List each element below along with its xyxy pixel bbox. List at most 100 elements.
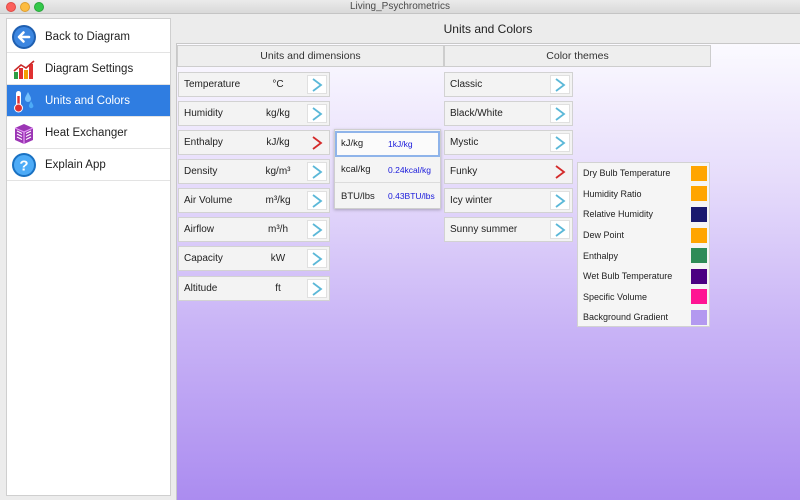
sidebar-item-heat-exchanger[interactable]: Heat Exchanger: [7, 117, 170, 149]
color-item-dry-bulb-temperature[interactable]: Dry Bulb Temperature: [578, 163, 709, 184]
title-bar: Living_Psychrometrics: [0, 0, 800, 14]
chevron-right-icon[interactable]: [550, 220, 570, 239]
color-item-wet-bulb-temperature[interactable]: Wet Bulb Temperature: [578, 266, 709, 287]
theme-label: Mystic: [450, 137, 479, 148]
color-swatch[interactable]: [691, 186, 707, 202]
theme-row-black-white[interactable]: Black/White: [444, 101, 573, 126]
color-item-label: Dry Bulb Temperature: [583, 168, 671, 179]
color-swatch[interactable]: [691, 227, 707, 243]
unit-value: ft: [275, 283, 281, 294]
unit-row-density[interactable]: Density kg/m³: [178, 159, 330, 184]
color-swatch[interactable]: [691, 309, 707, 325]
back-arrow-icon: [11, 24, 37, 50]
option-label: BTU/lbs: [341, 190, 375, 202]
svg-text:?: ?: [19, 157, 28, 174]
color-item-enthalpy[interactable]: Enthalpy: [578, 245, 709, 266]
unit-row-altitude[interactable]: Altitude ft: [178, 276, 330, 301]
unit-value: kJ/kg: [266, 137, 290, 148]
unit-value: m³/kg: [265, 195, 291, 206]
sidebar-item-label: Back to Diagram: [45, 30, 131, 43]
unit-label: Enthalpy: [184, 137, 223, 148]
chevron-right-icon[interactable]: [550, 133, 570, 152]
sidebar-item-label: Units and Colors: [45, 94, 131, 107]
chevron-right-icon[interactable]: [307, 191, 327, 210]
option-value: 1kJ/kg: [388, 138, 413, 149]
colors-header: Color themes: [444, 45, 711, 67]
sidebar-item-units-and-colors[interactable]: Units and Colors: [7, 85, 170, 117]
theme-label: Classic: [450, 79, 483, 90]
chevron-right-icon[interactable]: [307, 249, 327, 268]
option-label: kJ/kg: [341, 138, 364, 149]
color-swatch[interactable]: [691, 206, 707, 222]
theme-label: Black/White: [450, 108, 503, 119]
theme-row-icy-winter[interactable]: Icy winter: [444, 188, 573, 213]
color-swatch[interactable]: [691, 268, 707, 284]
color-item-label: Relative Humidity: [583, 209, 654, 220]
unit-value: °C: [272, 79, 284, 90]
unit-label: Humidity: [184, 108, 223, 119]
chevron-right-icon[interactable]: [307, 162, 327, 181]
color-item-label: Humidity Ratio: [583, 188, 642, 199]
chevron-right-icon[interactable]: [550, 191, 570, 210]
help-icon: ?: [11, 152, 37, 178]
sidebar-item-label: Heat Exchanger: [45, 126, 128, 139]
color-item-label: Dew Point: [583, 230, 625, 241]
sidebar-item-diagram-settings[interactable]: Diagram Settings: [7, 53, 170, 85]
chevron-right-icon[interactable]: [307, 220, 327, 239]
chevron-right-icon[interactable]: [550, 75, 570, 94]
theme-label: Icy winter: [450, 195, 493, 206]
sidebar-item-explain-app[interactable]: ? Explain App: [7, 149, 170, 181]
theme-row-sunny-summer[interactable]: Sunny summer: [444, 217, 573, 242]
unit-label: Air Volume: [184, 195, 233, 206]
chevron-right-active-icon[interactable]: [550, 162, 570, 181]
color-item-dew-point[interactable]: Dew Point: [578, 225, 709, 246]
color-swatch[interactable]: [691, 248, 707, 264]
color-swatch[interactable]: [691, 289, 707, 305]
enthalpy-option-kj-kg[interactable]: kJ/kg 1kJ/kg: [335, 131, 440, 157]
units-header: Units and dimensions: [177, 45, 444, 67]
window-title: Living_Psychrometrics: [349, 1, 451, 12]
color-item-relative-humidity[interactable]: Relative Humidity: [578, 204, 709, 225]
theme-row-mystic[interactable]: Mystic: [444, 130, 573, 155]
option-label: kcal/kg: [341, 164, 371, 175]
heat-exchanger-icon: [11, 120, 37, 146]
unit-row-humidity[interactable]: Humidity kg/kg: [178, 101, 330, 126]
chevron-right-icon[interactable]: [307, 104, 327, 123]
unit-label: Capacity: [184, 253, 223, 264]
theme-color-list: Dry Bulb Temperature Humidity Ratio Rela…: [577, 162, 710, 327]
unit-row-temperature[interactable]: Temperature °C: [178, 72, 330, 97]
chevron-right-icon[interactable]: [307, 75, 327, 94]
unit-row-enthalpy[interactable]: Enthalpy kJ/kg: [178, 130, 330, 155]
sidebar-item-back-to-diagram[interactable]: Back to Diagram: [7, 21, 170, 53]
unit-label: Density: [184, 166, 218, 177]
chevron-right-icon[interactable]: [550, 104, 570, 123]
theme-label: Funky: [450, 166, 478, 177]
theme-row-classic[interactable]: Classic: [444, 72, 573, 97]
theme-row-funky[interactable]: Funky: [444, 159, 573, 184]
unit-label: Temperature: [184, 79, 241, 90]
theme-label: Sunny summer: [450, 224, 518, 235]
enthalpy-option-kcal-kg[interactable]: kcal/kg 0.24kcal/kg: [335, 157, 440, 183]
unit-row-air-volume[interactable]: Air Volume m³/kg: [178, 188, 330, 213]
unit-label: Altitude: [184, 283, 218, 294]
page-title: Units and Colors: [443, 22, 533, 36]
enthalpy-unit-popup: kJ/kg 1kJ/kg kcal/kg 0.24kcal/kg BTU/lbs…: [334, 129, 441, 209]
bar-chart-icon: [11, 56, 37, 82]
color-item-specific-volume[interactable]: Specific Volume: [578, 287, 709, 308]
chevron-right-active-icon[interactable]: [307, 133, 327, 152]
unit-label: Airflow: [184, 224, 215, 235]
chevron-right-icon[interactable]: [307, 279, 327, 298]
unit-value: kg/kg: [266, 108, 290, 119]
color-swatch[interactable]: [691, 165, 707, 181]
unit-row-airflow[interactable]: Airflow m³/h: [178, 217, 330, 242]
unit-row-capacity[interactable]: Capacity kW: [178, 246, 330, 271]
enthalpy-option-btu-lbs[interactable]: BTU/lbs 0.43BTU/lbs: [335, 183, 440, 209]
color-item-label: Specific Volume: [583, 291, 648, 302]
option-value: 0.24kcal/kg: [388, 164, 431, 175]
sidebar-item-label: Explain App: [45, 158, 106, 171]
color-item-humidity-ratio[interactable]: Humidity Ratio: [578, 184, 709, 205]
color-item-background-gradient[interactable]: Background Gradient: [578, 307, 709, 328]
color-item-label: Enthalpy: [583, 250, 619, 261]
unit-value: m³/h: [268, 224, 288, 235]
sidebar-item-label: Diagram Settings: [45, 62, 134, 75]
